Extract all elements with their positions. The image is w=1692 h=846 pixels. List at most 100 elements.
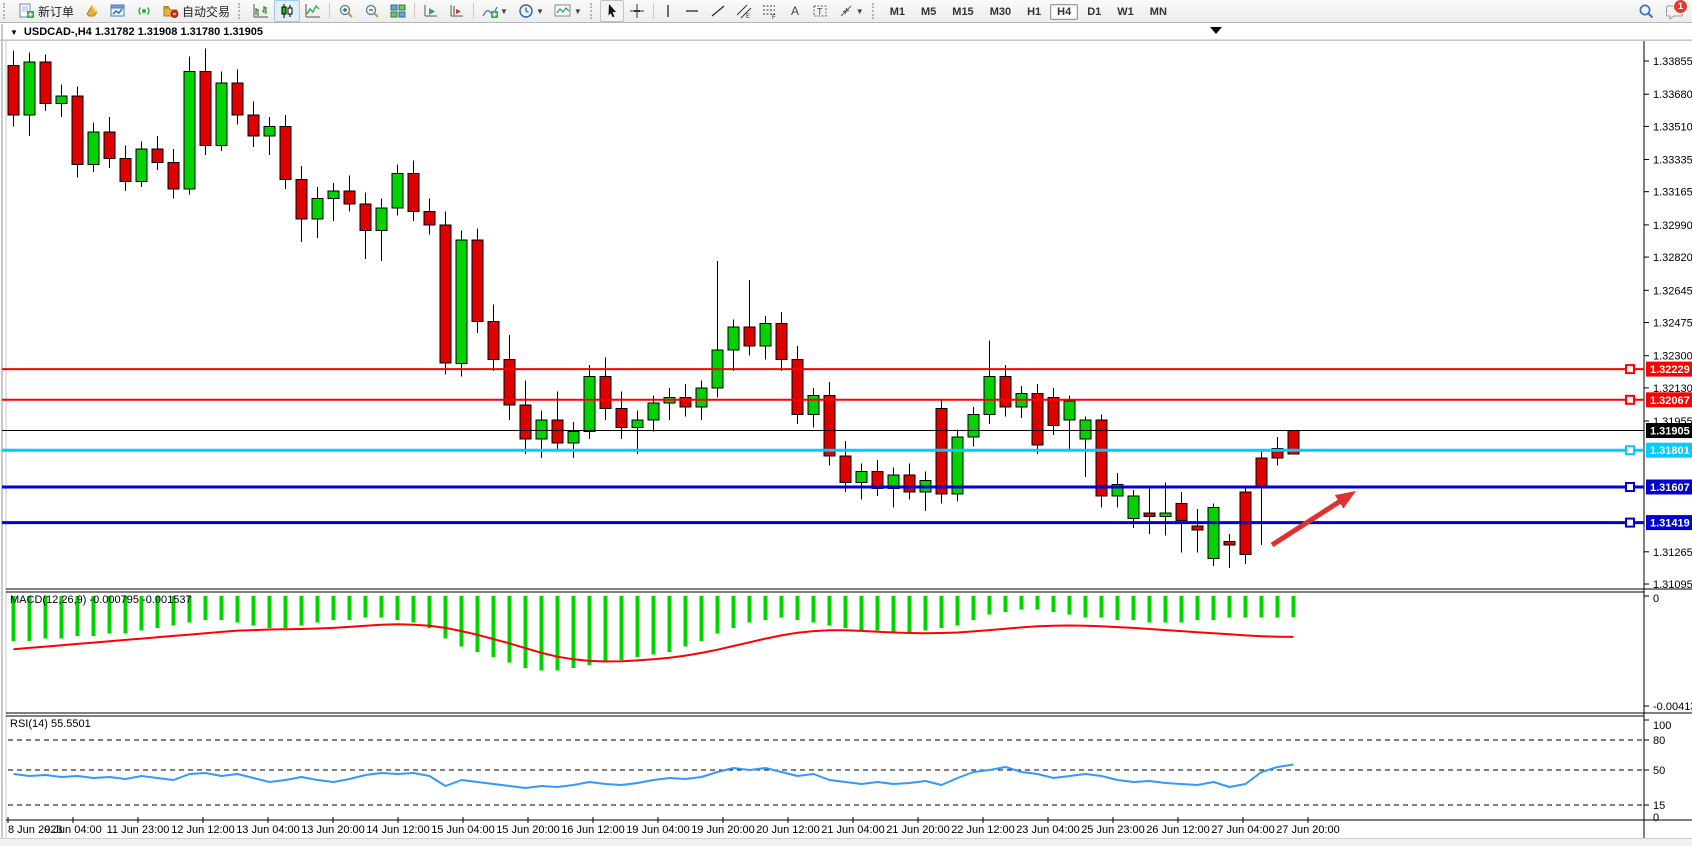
group-drag-handle[interactable] <box>238 3 245 19</box>
time-tick-label: 15 Jun 04:00 <box>431 824 495 836</box>
price-tag-label: 1.31419 <box>1650 518 1690 530</box>
text-label-tool-button[interactable]: T <box>807 0 833 22</box>
svg-text:T: T <box>817 7 823 17</box>
group-drag-handle[interactable] <box>872 3 879 19</box>
time-tick-label: 20 Jun 12:00 <box>756 824 820 836</box>
autotrade-button[interactable]: 自动交易 <box>157 0 235 22</box>
timeframe-button-m30[interactable]: M30 <box>983 4 1018 20</box>
rsi-axis-label: 80 <box>1653 735 1665 747</box>
time-tick-label: 21 Jun 04:00 <box>821 824 885 836</box>
timeframe-button-w1[interactable]: W1 <box>1110 4 1141 20</box>
period-button[interactable]: ▼ <box>513 0 549 22</box>
bar-chart-icon <box>253 3 269 19</box>
templates-dropdown-caret[interactable]: ▼ <box>574 7 582 16</box>
macd-axis-label: -0.004134 <box>1653 701 1692 713</box>
price-tick-label: 1.33165 <box>1653 187 1692 199</box>
timeframe-button-h4[interactable]: H4 <box>1050 4 1078 20</box>
symbol-dropdown-icon[interactable]: ▼ <box>10 28 18 37</box>
line-chart-icon <box>305 3 321 19</box>
fibonacci-icon: F <box>762 3 778 19</box>
candlestick-mode-button[interactable] <box>274 0 300 22</box>
autotrade-icon <box>162 3 179 19</box>
trendline-tool-button[interactable] <box>705 0 731 22</box>
price-tick-label: 1.33855 <box>1653 56 1692 68</box>
vertical-line-tool-button[interactable] <box>657 0 679 22</box>
tile-windows-icon <box>390 3 406 19</box>
chart-title-ohlc: USDCAD-,H4 1.31782 1.31908 1.31780 1.319… <box>24 26 263 38</box>
price-tag-label: 1.32229 <box>1650 364 1690 376</box>
zoom-in-button[interactable] <box>333 0 359 22</box>
time-tick-label: 12 Jun 12:00 <box>171 824 235 836</box>
market-watch-button[interactable] <box>79 0 105 22</box>
text-tool-button[interactable]: A <box>783 0 807 22</box>
indicators-button[interactable]: ▼ <box>477 0 513 22</box>
timeframe-button-h1[interactable]: H1 <box>1020 4 1048 20</box>
level-line-handle <box>1626 519 1634 527</box>
new-order-button[interactable]: 新订单 <box>13 0 79 22</box>
chart-title-row: ▼ USDCAD-,H4 1.31782 1.31908 1.31780 1.3… <box>0 24 1692 41</box>
toolbar-drag-handle[interactable] <box>3 3 10 19</box>
price-tag-label: 1.31905 <box>1650 426 1690 438</box>
svg-text:F: F <box>772 15 776 19</box>
period-dropdown-caret[interactable]: ▼ <box>536 7 544 16</box>
new-order-icon <box>18 3 35 19</box>
level-line-handle <box>1626 396 1634 404</box>
price-tick-label: 1.33510 <box>1653 121 1692 133</box>
price-tick-label: 1.32645 <box>1653 285 1692 297</box>
tile-windows-button[interactable] <box>385 0 411 22</box>
time-tick-label: 13 Jun 20:00 <box>301 824 365 836</box>
templates-button[interactable]: ▼ <box>549 0 587 22</box>
notifications-button[interactable]: 1 <box>1665 3 1684 20</box>
group-drag-handle[interactable] <box>590 3 597 19</box>
search-icon[interactable] <box>1637 3 1655 20</box>
signals-button[interactable] <box>131 0 157 22</box>
zoom-out-button[interactable] <box>359 0 385 22</box>
arrows-dropdown-caret[interactable]: ▼ <box>856 7 864 16</box>
level-line-handle <box>1626 365 1634 373</box>
horizontal-line-icon <box>684 3 700 19</box>
bar-chart-mode-button[interactable] <box>248 0 274 22</box>
equidistant-channel-icon: E <box>736 3 752 19</box>
timeframe-button-mn[interactable]: MN <box>1143 4 1174 20</box>
price-tick-label: 1.32475 <box>1653 318 1692 330</box>
time-tick-label: 13 Jun 04:00 <box>236 824 300 836</box>
macd-axis-label: 0 <box>1653 593 1659 605</box>
auto-scroll-button[interactable] <box>418 0 444 22</box>
timeframe-button-m5[interactable]: M5 <box>914 4 943 20</box>
notification-badge: 1 <box>1673 0 1688 14</box>
chart-window[interactable]: ▼ USDCAD-,H4 1.31782 1.31908 1.31780 1.3… <box>0 22 1692 845</box>
line-chart-mode-button[interactable] <box>300 0 326 22</box>
cursor-tool-button[interactable] <box>600 0 624 22</box>
chart-window-button[interactable] <box>105 0 131 22</box>
timeframe-button-m15[interactable]: M15 <box>945 4 980 20</box>
channel-tool-button[interactable]: E <box>731 0 757 22</box>
price-tag-label: 1.31607 <box>1650 482 1690 494</box>
rsi-label: RSI(14) 55.5501 <box>10 718 91 730</box>
indicators-dropdown-caret[interactable]: ▼ <box>500 7 508 16</box>
time-tick-label: 14 Jun 12:00 <box>366 824 430 836</box>
timeframe-button-d1[interactable]: D1 <box>1080 4 1108 20</box>
time-tick-label: 16 Jun 12:00 <box>561 824 625 836</box>
toolbar-separator <box>414 3 415 19</box>
signal-icon <box>136 3 152 19</box>
chart-shift-button[interactable] <box>444 0 470 22</box>
price-tag-label: 1.32067 <box>1650 395 1690 407</box>
clock-icon <box>518 3 534 19</box>
indicators-icon <box>482 3 498 19</box>
horizontal-line-tool-button[interactable] <box>679 0 705 22</box>
fibonacci-tool-button[interactable]: F <box>757 0 783 22</box>
timeframe-group: M1M5M15M30H1H4D1W1MN <box>882 4 1175 18</box>
price-tick-label: 1.31095 <box>1653 579 1692 591</box>
arrows-tool-button[interactable]: ▼ <box>833 0 869 22</box>
price-tick-label: 1.31265 <box>1653 547 1692 559</box>
toolbar-right-group: 1 <box>1637 3 1692 20</box>
level-line-handle <box>1626 483 1634 491</box>
time-tick-label: 26 Jun 12:00 <box>1146 824 1210 836</box>
time-tick-label: 23 Jun 04:00 <box>1016 824 1080 836</box>
svg-text:E: E <box>746 14 750 19</box>
time-tick-label: 21 Jun 20:00 <box>886 824 950 836</box>
autotrade-label: 自动交易 <box>182 3 230 20</box>
crosshair-tool-button[interactable] <box>624 0 650 22</box>
chart-canvas[interactable]: 1.338551.336801.335101.333351.331651.329… <box>0 0 1692 845</box>
timeframe-button-m1[interactable]: M1 <box>883 4 912 20</box>
